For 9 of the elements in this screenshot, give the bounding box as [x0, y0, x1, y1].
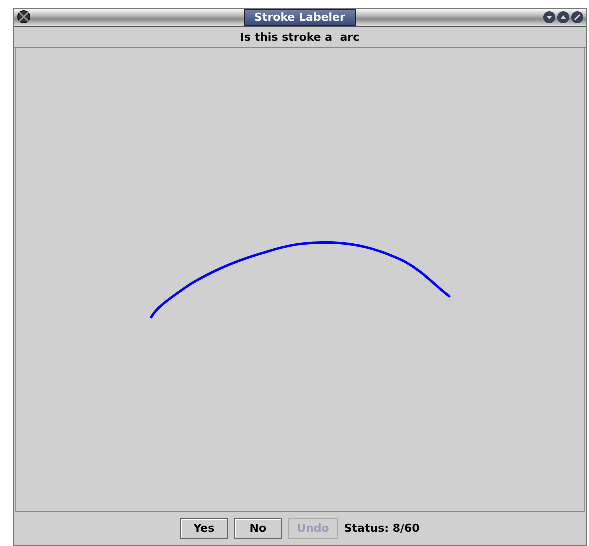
maximize-icon[interactable] — [557, 11, 570, 24]
window-title: Stroke Labeler — [244, 9, 356, 26]
no-button[interactable]: No — [234, 518, 282, 539]
close-icon[interactable] — [571, 11, 584, 24]
status-text: Status: 8/60 — [344, 522, 420, 535]
prompt-text: Is this stroke a arc — [14, 27, 586, 48]
minimize-icon[interactable] — [543, 11, 556, 24]
yes-button[interactable]: Yes — [180, 518, 228, 539]
window-menu-icon[interactable] — [17, 10, 31, 24]
